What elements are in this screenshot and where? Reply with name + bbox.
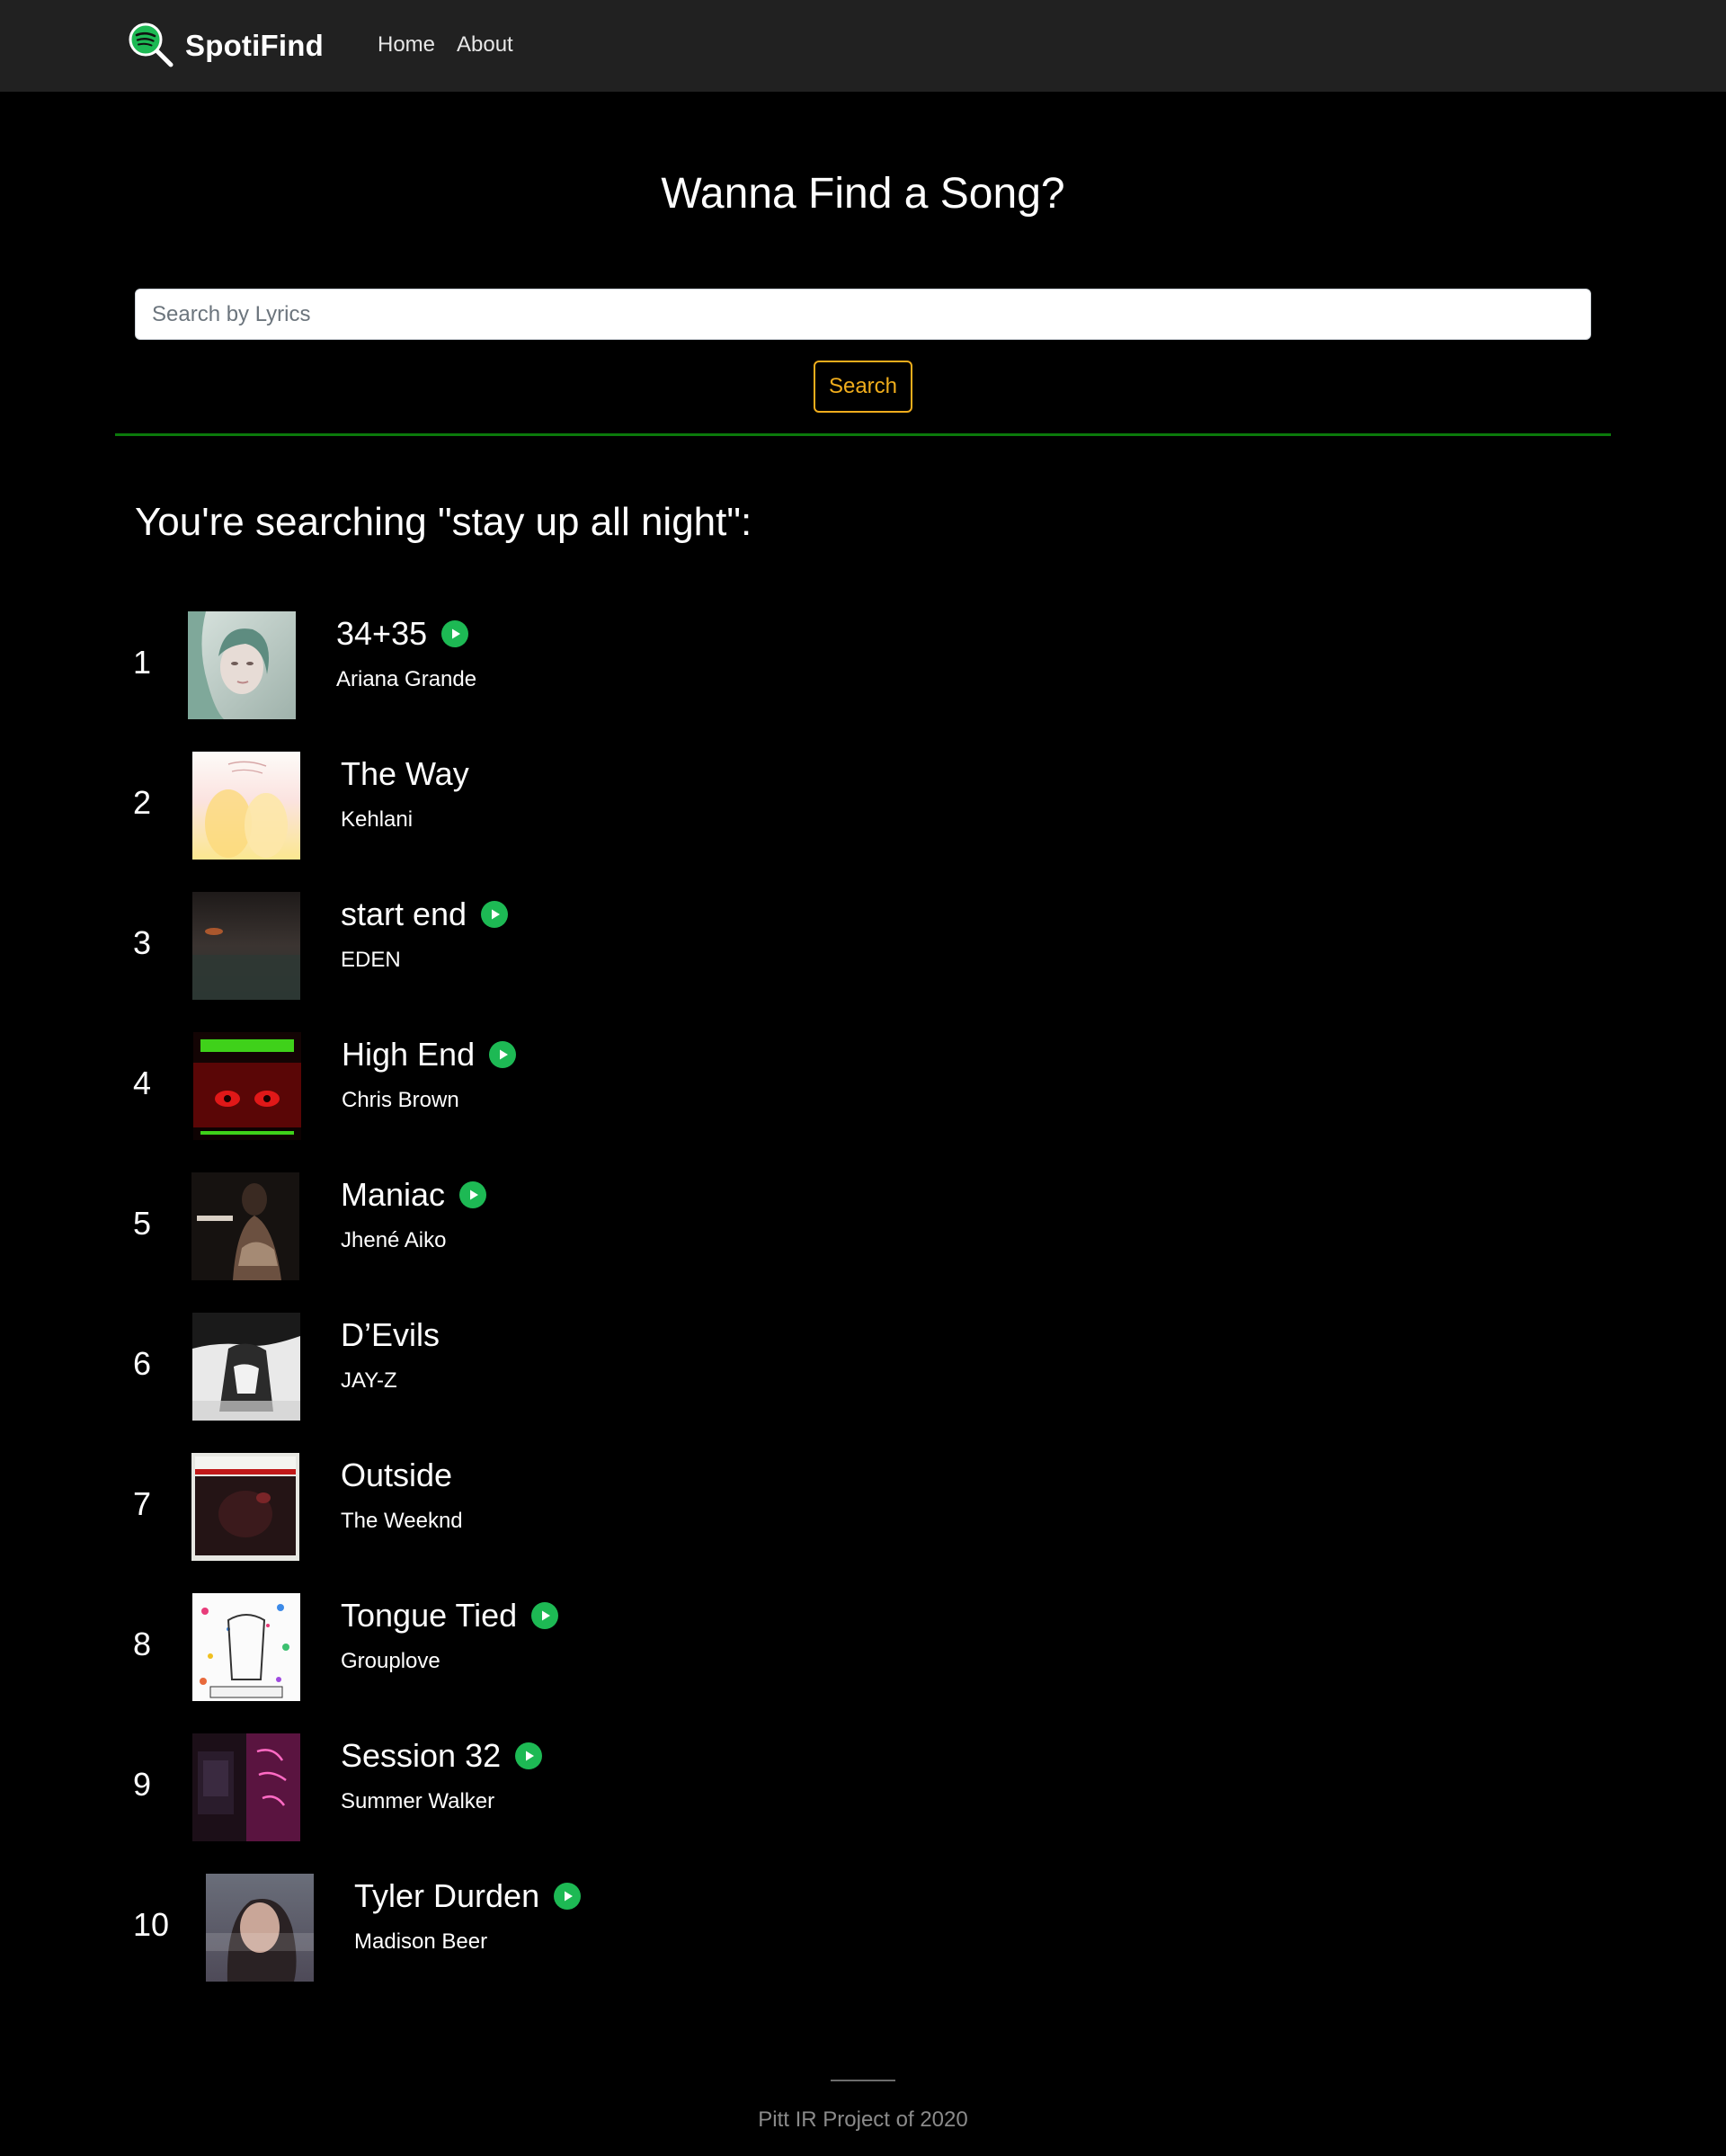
play-circle-icon[interactable] (515, 1742, 543, 1769)
result-title-line: The Way (341, 752, 469, 797)
result-item: 2 The Way Kehlani (0, 752, 899, 860)
album-cover-image[interactable] (206, 1874, 314, 1982)
song-title: Tongue Tied (341, 1597, 518, 1634)
result-rank: 5 (133, 1205, 152, 1242)
result-title-line: High End (342, 1032, 517, 1077)
result-rank: 1 (133, 644, 152, 681)
result-rank: 7 (133, 1485, 152, 1522)
nav-about-link[interactable]: About (457, 32, 513, 58)
footer-text: Pitt IR Project of 2020 (758, 2107, 968, 2132)
album-cover-image[interactable] (192, 1313, 300, 1421)
artist-name: The Weeknd (341, 1509, 463, 1533)
play-circle-icon[interactable] (531, 1602, 559, 1629)
song-title: 34+35 (336, 615, 428, 652)
album-cover-image[interactable] (192, 892, 300, 1000)
lyrics-search-input[interactable] (135, 289, 1591, 340)
artist-name: Summer Walker (341, 1789, 495, 1813)
play-circle-icon[interactable] (459, 1181, 487, 1208)
song-title: Maniac (341, 1176, 446, 1213)
result-item: 9 Session 32 Summer Walker (0, 1733, 899, 1841)
result-title-line: Tyler Durden (354, 1874, 582, 1919)
result-title-line: Session 32 (341, 1733, 543, 1778)
album-cover-image[interactable] (192, 1593, 300, 1701)
album-cover-image[interactable] (192, 1733, 300, 1841)
artist-name: JAY-Z (341, 1368, 397, 1393)
result-rank: 10 (133, 1906, 170, 1943)
song-title: Session 32 (341, 1737, 502, 1774)
nav-home-link[interactable]: Home (378, 32, 435, 58)
song-title: Tyler Durden (354, 1877, 540, 1914)
search-button[interactable]: Search (814, 361, 912, 413)
play-circle-icon[interactable] (481, 901, 509, 928)
result-title-line: Tongue Tied (341, 1593, 559, 1638)
play-circle-icon[interactable] (441, 620, 469, 647)
result-title-line: start end (341, 892, 509, 937)
artist-name: EDEN (341, 948, 401, 972)
results-heading: You're searching "stay up all night": (135, 500, 752, 544)
result-rank: 4 (133, 1065, 152, 1101)
song-title: Outside (341, 1457, 453, 1493)
song-title: High End (342, 1036, 476, 1073)
result-item: 6 D’Evils JAY-Z (0, 1313, 899, 1421)
result-title-line: Outside (341, 1453, 452, 1498)
result-title-line: Maniac (341, 1172, 487, 1217)
result-item: 3 start end EDEN (0, 892, 899, 1000)
result-rank: 3 (133, 924, 152, 961)
song-title: The Way (341, 755, 469, 792)
song-title: D’Evils (341, 1316, 440, 1353)
brand-name: SpotiFind (185, 29, 324, 62)
artist-name: Kehlani (341, 807, 414, 832)
song-title: start end (341, 895, 467, 932)
section-divider (115, 433, 1611, 436)
artist-name: Jhené Aiko (341, 1228, 447, 1252)
footer-divider (831, 2080, 895, 2081)
page-title: Wanna Find a Song? (661, 170, 1065, 218)
album-cover-image[interactable] (188, 611, 296, 719)
artist-name: Ariana Grande (336, 667, 477, 691)
play-circle-icon[interactable] (489, 1041, 517, 1068)
spotify-search-logo-icon (129, 22, 173, 67)
result-item: 5 Maniac Jhené Aiko (0, 1172, 899, 1280)
result-item: 1 34+35 Ariana Grande (0, 611, 899, 719)
result-item: 7 Outside The Weeknd (0, 1453, 899, 1561)
album-cover-image[interactable] (191, 1453, 299, 1561)
artist-name: Chris Brown (342, 1088, 459, 1112)
artist-name: Madison Beer (354, 1929, 488, 1954)
result-title-line: 34+35 (336, 611, 469, 656)
play-circle-icon[interactable] (554, 1883, 582, 1910)
album-cover-image[interactable] (193, 1032, 301, 1140)
result-rank: 6 (133, 1345, 152, 1382)
brand-link[interactable]: SpotiFind (128, 22, 324, 70)
result-title-line: D’Evils (341, 1313, 440, 1358)
album-cover-image[interactable] (191, 1172, 299, 1280)
result-rank: 8 (133, 1626, 152, 1662)
album-cover-image[interactable] (192, 752, 300, 860)
result-item: 10 Tyler Durden Madison Beer (0, 1874, 899, 1982)
navbar: SpotiFind Home About (0, 0, 1726, 92)
result-item: 4 High End Chris Brown (0, 1032, 899, 1140)
result-rank: 9 (133, 1766, 152, 1803)
result-item: 8 Tongue Tied Grouplove (0, 1593, 899, 1701)
result-rank: 2 (133, 784, 152, 821)
artist-name: Grouplove (341, 1649, 440, 1673)
